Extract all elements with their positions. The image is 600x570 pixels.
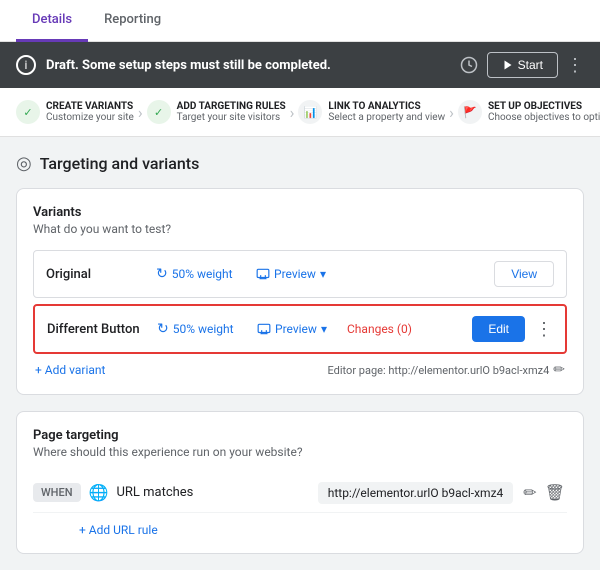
section-title: Targeting and variants [40, 154, 200, 173]
variant-row-different-button: Different Button ↻ 50% weight Preview ▾ … [33, 304, 567, 354]
variant-different-weight: ↻ 50% weight [157, 321, 247, 337]
url-value: http://elementor.urlO b9acl-xmz4 [318, 482, 514, 504]
globe-icon: 🌐 [89, 483, 109, 502]
targeting-label: Page targeting [33, 428, 567, 443]
step-create-variants-icon: ✓ [16, 100, 40, 124]
url-actions: ✏ 🗑 [521, 481, 567, 504]
url-delete-icon[interactable]: 🗑 [543, 481, 567, 504]
variant-more-icon[interactable]: ⋮ [535, 319, 553, 340]
step-arrow-3: › [445, 103, 458, 122]
tabs-bar: Details Reporting [0, 0, 600, 42]
draft-banner: i Draft. Some setup steps must still be … [0, 42, 600, 88]
banner-message: Some setup steps must still be completed… [82, 58, 331, 73]
banner-text: Draft. Some setup steps must still be co… [46, 58, 449, 73]
step-set-objectives-icon: 🚩 [458, 100, 482, 124]
target-icon: ◎ [16, 153, 32, 174]
banner-more-icon[interactable]: ⋮ [566, 55, 584, 76]
variant-different-name: Different Button [47, 322, 147, 337]
variant-original-preview[interactable]: Preview ▾ [256, 267, 336, 281]
variants-label: Variants [33, 205, 567, 220]
steps-bar: ✓ CREATE VARIANTS Customize your site › … [0, 88, 600, 137]
step-link-analytics-subtitle: Select a property and view [328, 112, 445, 123]
tab-reporting[interactable]: Reporting [88, 0, 177, 42]
add-variant-link[interactable]: + Add variant [35, 363, 105, 377]
url-matches-text: URL matches [116, 485, 193, 500]
step-set-objectives: 🚩 SET UP OBJECTIVES Choose objectives to… [458, 100, 600, 124]
step-arrow-2: › [286, 103, 299, 122]
tab-details[interactable]: Details [16, 0, 88, 42]
add-url-rule-link[interactable]: + Add URL rule [79, 513, 567, 537]
step-add-targeting: ✓ ADD TARGETING RULES Target your site v… [147, 100, 286, 124]
weight-icon-2: ↻ [157, 321, 169, 337]
step-add-targeting-icon: ✓ [147, 100, 171, 124]
targeting-section: Page targeting Where should this experie… [16, 411, 584, 554]
variant-row-original: Original ↻ 50% weight Preview ▾ View [33, 250, 567, 298]
url-edit-icon[interactable]: ✏ [521, 481, 538, 504]
step-link-analytics-title: LINK TO ANALYTICS [328, 101, 445, 112]
add-variant-row: + Add variant Editor page: http://elemen… [33, 362, 567, 378]
info-icon: i [16, 55, 36, 75]
step-add-targeting-subtitle: Target your site visitors [177, 112, 286, 123]
section-header: ◎ Targeting and variants [16, 153, 584, 174]
banner-actions: Start ⋮ [459, 52, 584, 78]
variant-original-view-button[interactable]: View [494, 261, 554, 287]
variants-section: Variants What do you want to test? Origi… [16, 188, 584, 395]
step-set-objectives-title: SET UP OBJECTIVES [488, 101, 600, 112]
step-link-analytics: 📊 LINK TO ANALYTICS Select a property an… [298, 100, 445, 124]
editor-page-edit-icon[interactable]: ✏ [553, 362, 565, 378]
start-button[interactable]: Start [487, 52, 558, 78]
step-create-variants-subtitle: Customize your site [46, 112, 134, 123]
variant-original-weight: ↻ 50% weight [156, 266, 246, 282]
variants-sublabel: What do you want to test? [33, 222, 567, 236]
main-content: ◎ Targeting and variants Variants What d… [0, 137, 600, 570]
variant-edit-button[interactable]: Edit [472, 316, 525, 342]
url-rule-row: WHEN 🌐 URL matches http://elementor.urlO… [33, 473, 567, 513]
step-set-objectives-subtitle: Choose objectives to optimize [488, 112, 600, 123]
step-create-variants: ✓ CREATE VARIANTS Customize your site [16, 100, 134, 124]
draft-label: Draft. [46, 58, 79, 73]
variant-original-name: Original [46, 267, 146, 282]
when-badge: WHEN [33, 483, 81, 502]
step-arrow-1: › [134, 103, 147, 122]
targeting-sublabel: Where should this experience run on your… [33, 445, 567, 459]
weight-icon: ↻ [156, 266, 168, 282]
step-link-analytics-icon: 📊 [298, 100, 322, 124]
variant-changes-link[interactable]: Changes (0) [347, 322, 427, 336]
editor-page-text: Editor page: http://elementor.urlO b9acl… [328, 362, 565, 378]
clock-icon [459, 55, 479, 75]
step-add-targeting-title: ADD TARGETING RULES [177, 101, 286, 112]
step-create-variants-title: CREATE VARIANTS [46, 101, 134, 112]
variant-different-preview[interactable]: Preview ▾ [257, 322, 337, 336]
